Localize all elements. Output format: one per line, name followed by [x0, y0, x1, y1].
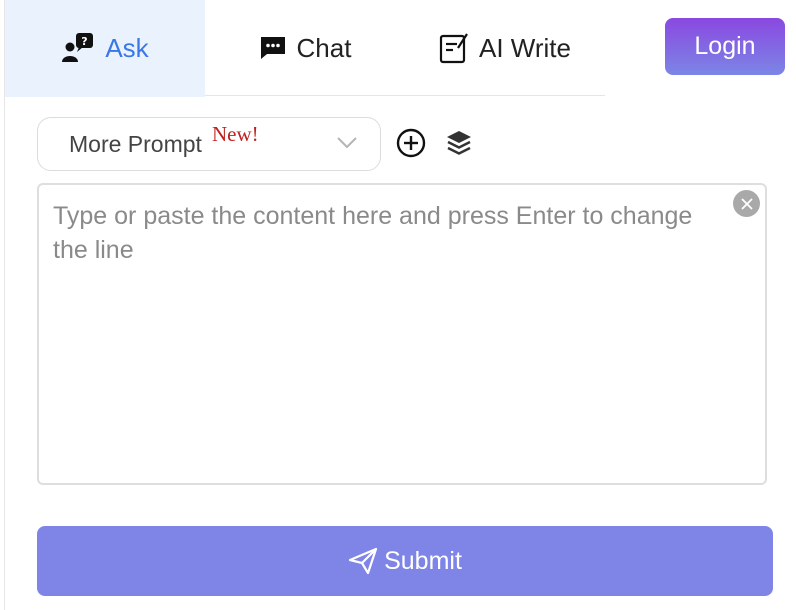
chat-bubble-icon	[259, 35, 287, 61]
tab-ai-write[interactable]: AI Write	[405, 0, 605, 96]
more-prompt-select[interactable]: More Prompt New!	[37, 117, 381, 171]
more-prompt-label: More Prompt	[69, 130, 202, 157]
layers-icon[interactable]	[445, 128, 473, 163]
submit-label: Submit	[384, 546, 462, 575]
write-icon	[439, 32, 469, 64]
tab-ask-label: Ask	[105, 32, 149, 63]
plus-circle-icon[interactable]	[395, 127, 427, 164]
submit-button[interactable]: Submit	[37, 526, 773, 596]
tab-ai-write-label: AI Write	[479, 32, 571, 63]
login-button[interactable]: Login	[665, 18, 785, 75]
chevron-down-icon	[336, 136, 358, 155]
tab-bar: ? Ask Chat AI Write Login	[5, 0, 796, 97]
content-textarea[interactable]	[39, 185, 765, 483]
tab-ask[interactable]: ? Ask	[5, 0, 205, 97]
clear-icon[interactable]	[733, 190, 760, 217]
send-icon	[348, 547, 378, 575]
tab-chat[interactable]: Chat	[205, 0, 405, 96]
ai-assistant-panel: ? Ask Chat AI Write Login More Prompt Ne…	[4, 0, 796, 610]
ask-question-icon: ?	[61, 32, 95, 64]
tab-chat-label: Chat	[296, 32, 352, 63]
new-badge: New!	[212, 122, 259, 146]
svg-text:?: ?	[82, 35, 88, 48]
content-editor	[37, 183, 767, 485]
